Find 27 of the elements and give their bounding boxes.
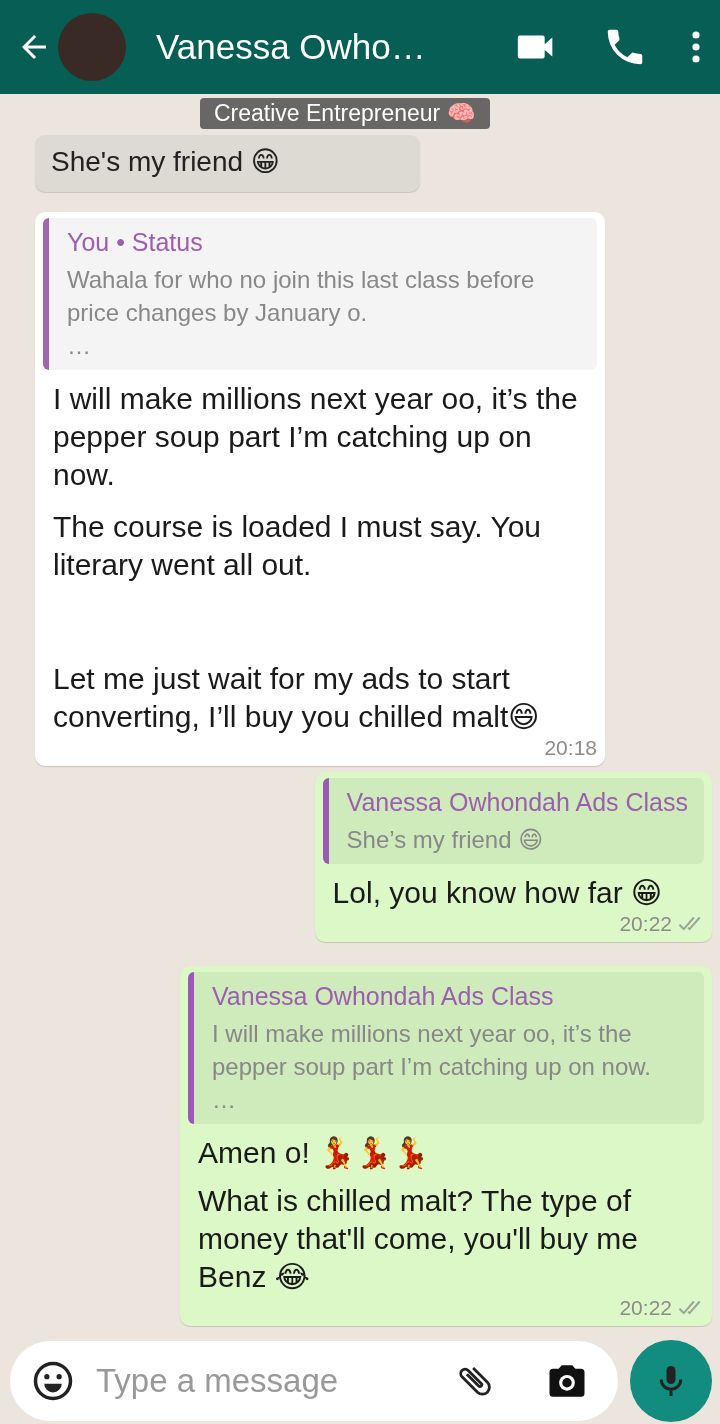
message-time: 20:18 (544, 736, 597, 760)
message-bubble[interactable] (180, 966, 712, 1326)
contact-name[interactable]: Vanessa Owho… (156, 27, 514, 67)
status-subtitle: Creative Entrepreneur 🧠 (200, 98, 490, 129)
message-text: She's my friend 😁 (51, 145, 282, 178)
message-input[interactable]: Type a message (94, 1361, 434, 1401)
message-text: Let me just wait for my ads to start converting, I’ll buy you chilled malt😄 (52, 661, 541, 735)
message-bubble[interactable] (35, 212, 605, 766)
message-text: Lol, you know how far 😁 (331, 875, 664, 911)
quote-text: I will make millions next year oo, it’s the pepper soup part I’m catching up on now. … (212, 1019, 652, 1115)
quote-text: She’s my friend 😄 (346, 825, 545, 855)
menu-icon[interactable] (690, 29, 702, 65)
message-bubble[interactable]: Vanessa Owhondah Ads Class She’s my friend 😄 Lol, you know how far 😁 20:22 (314, 772, 712, 942)
smiley-icon[interactable] (32, 1360, 74, 1402)
message-time: 20:22 (619, 912, 672, 936)
quote-text: Wahala for who no join this last class before price changes by January o. … (67, 265, 536, 361)
message-text: I will make millions next year oo, it’s the pepper soup part I’m catching up on now. (52, 381, 579, 493)
message-time: 20:22 (619, 1296, 672, 1320)
message-text: Amen o! 💃💃💃 (197, 1135, 431, 1172)
message-text: What is chilled malt? The type of money that'll come, you'll buy me Benz 😂 (197, 1183, 639, 1295)
quote-author: Vanessa Owhondah Ads Class (346, 788, 688, 817)
quote-author: You • Status (67, 228, 204, 257)
quote-author: Vanessa Owhondah Ads Class (212, 982, 555, 1011)
message-input-field[interactable]: Type a message (10, 1341, 618, 1421)
message-text: The course is loaded I must say. You literary went all out. (52, 509, 543, 583)
message-bubble[interactable]: She's my friend 😁 (35, 135, 420, 192)
quoted-message[interactable]: You • Status Wahala for who no join this last class before price changes by January o. … (43, 218, 597, 370)
